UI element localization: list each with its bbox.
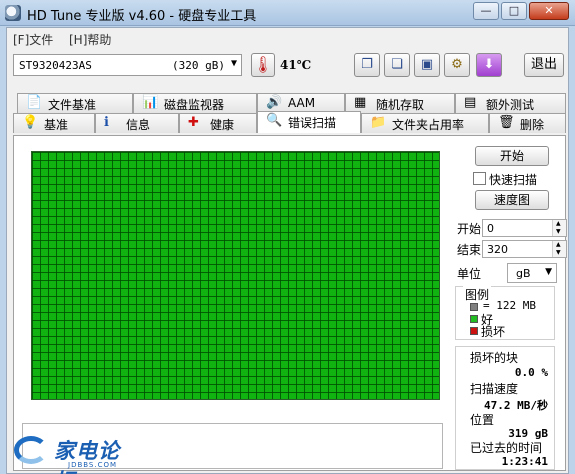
chevron-up-icon: ▲ bbox=[556, 241, 561, 248]
spinner-arrows[interactable]: ▲ ▼ bbox=[552, 220, 566, 236]
legend-damaged: 损坏 bbox=[481, 325, 506, 339]
tab-label: 额外测试 bbox=[486, 98, 535, 112]
menu-help[interactable]: [H]帮助 bbox=[69, 31, 111, 48]
end-position-value: 320 bbox=[487, 243, 508, 256]
start-label: 开始 bbox=[457, 222, 482, 236]
tab-erase[interactable]: 🗑 删除 bbox=[489, 113, 566, 133]
watermark-logo-icon bbox=[14, 436, 48, 464]
end-label: 结束 bbox=[457, 243, 482, 257]
save-button[interactable]: ▣ bbox=[414, 53, 440, 77]
watermark-subtext: JDBBS.COM bbox=[68, 461, 118, 469]
title-bar: HD Tune 专业版 v4.60 - 硬盘专业工具 — □ ✕ bbox=[0, 0, 575, 26]
unit-label: 单位 bbox=[457, 267, 482, 281]
speaker-icon: 🔊 bbox=[266, 95, 283, 110]
hdtune-app-icon bbox=[5, 5, 21, 21]
tab-benchmark[interactable]: 💡 基准 bbox=[13, 113, 95, 133]
chevron-down-icon: ▼ bbox=[545, 267, 552, 277]
tab-label: 错误扫描 bbox=[288, 116, 337, 130]
start-position-spinner[interactable]: 0 ▲ ▼ bbox=[482, 219, 567, 237]
magnifier-icon: 🔍 bbox=[266, 113, 283, 128]
tab-folder-usage[interactable]: 📁 文件夹占用率 bbox=[361, 113, 489, 133]
quick-scan-checkbox[interactable] bbox=[473, 172, 486, 185]
minimize-button[interactable]: — bbox=[473, 2, 499, 20]
tab-extra-tests[interactable]: ▤ 额外测试 bbox=[455, 93, 566, 113]
start-scan-button[interactable]: 开始 bbox=[475, 146, 549, 166]
unit-select[interactable]: gB ▼ bbox=[507, 263, 557, 283]
tab-info[interactable]: ℹ 信息 bbox=[95, 113, 179, 133]
close-button[interactable]: ✕ bbox=[529, 2, 569, 20]
chevron-down-icon: ▼ bbox=[230, 58, 237, 69]
disk-monitor-icon: 📊 bbox=[142, 95, 159, 110]
site-watermark: 家电论坛 JDBBS.COM bbox=[10, 432, 135, 474]
extra-tests-icon: ▤ bbox=[464, 95, 477, 110]
damaged-blocks-value: 0.0 % bbox=[514, 366, 548, 379]
start-position-value: 0 bbox=[487, 222, 494, 235]
drive-select[interactable]: ST9320423AS (320 gB) ▼ bbox=[13, 54, 242, 76]
window-title: HD Tune 专业版 v4.60 - 硬盘专业工具 bbox=[27, 9, 257, 24]
legend-block-swatch bbox=[470, 303, 478, 311]
chevron-down-icon: ▼ bbox=[556, 249, 561, 256]
tab-random-access[interactable]: ▦ 随机存取 bbox=[345, 93, 455, 113]
window-controls: — □ ✕ bbox=[473, 2, 569, 20]
copy-text-button[interactable]: ❐ bbox=[354, 53, 380, 77]
tab-label: 健康 bbox=[210, 118, 235, 132]
tab-label: 文件基准 bbox=[48, 98, 97, 112]
legend-damaged-swatch bbox=[470, 327, 478, 335]
trash-icon: 🗑 bbox=[498, 115, 515, 130]
damaged-blocks-label: 损坏的块 bbox=[470, 351, 519, 365]
chevron-up-icon: ▲ bbox=[556, 220, 561, 227]
tab-file-benchmark[interactable]: 📄 文件基准 bbox=[17, 93, 133, 113]
drive-name: ST9320423AS bbox=[19, 59, 92, 72]
unit-value: gB bbox=[516, 267, 531, 280]
download-button[interactable]: ⬇ bbox=[476, 53, 502, 77]
copy-screenshot-button[interactable]: ❏ bbox=[384, 53, 410, 77]
options-button[interactable]: ⚙ bbox=[444, 53, 470, 77]
tab-label: 随机存取 bbox=[376, 98, 425, 112]
tab-label: 文件夹占用率 bbox=[392, 118, 465, 132]
menu-bar: [F]文件 [H]帮助 bbox=[7, 28, 568, 50]
menu-file[interactable]: [F]文件 bbox=[13, 31, 53, 48]
copy-text-icon: ❐ bbox=[361, 57, 373, 72]
tab-label: 信息 bbox=[126, 118, 151, 132]
legend-good-swatch bbox=[470, 315, 478, 323]
copy-screenshot-icon: ❏ bbox=[391, 57, 403, 72]
scan-block-grid bbox=[31, 151, 440, 400]
folder-icon: 📁 bbox=[370, 115, 387, 130]
save-icon: ▣ bbox=[420, 57, 434, 72]
drive-size: (320 gB) bbox=[172, 59, 225, 72]
tab-label: 基准 bbox=[44, 118, 69, 132]
scan-speed-label: 扫描速度 bbox=[470, 382, 519, 396]
info-icon: ℹ bbox=[104, 115, 109, 130]
lightbulb-icon: 💡 bbox=[22, 115, 39, 130]
quick-scan-label: 快速扫描 bbox=[489, 173, 538, 187]
elapsed-time-label: 已过去的时间 bbox=[470, 441, 543, 455]
thermometer-icon: 🌡 bbox=[251, 53, 275, 77]
temperature-readout: 41℃ bbox=[280, 58, 312, 72]
exit-button[interactable]: 退出 bbox=[524, 53, 564, 77]
tab-label: 磁盘监视器 bbox=[164, 98, 225, 112]
position-label: 位置 bbox=[470, 413, 495, 427]
tab-label: AAM bbox=[288, 96, 316, 110]
tab-label: 删除 bbox=[520, 118, 545, 132]
maximize-button[interactable]: □ bbox=[501, 2, 527, 20]
legend-box: 图例 = 122 MB 好 损坏 bbox=[455, 286, 555, 340]
spinner-arrows[interactable]: ▲ ▼ bbox=[552, 241, 566, 257]
random-access-icon: ▦ bbox=[354, 95, 367, 110]
end-position-spinner[interactable]: 320 ▲ ▼ bbox=[482, 240, 567, 258]
options-icon: ⚙ bbox=[451, 57, 463, 72]
tab-aam[interactable]: 🔊 AAM bbox=[257, 93, 345, 113]
speed-map-button[interactable]: 速度图 bbox=[475, 190, 549, 210]
chevron-down-icon: ▼ bbox=[556, 228, 561, 235]
health-cross-icon: ✚ bbox=[188, 115, 199, 130]
download-icon: ⬇ bbox=[483, 57, 495, 72]
file-benchmark-icon: 📄 bbox=[26, 95, 43, 110]
tab-disk-monitor[interactable]: 📊 磁盘监视器 bbox=[133, 93, 257, 113]
tab-error-scan[interactable]: 🔍 错误扫描 bbox=[257, 111, 361, 133]
tab-health[interactable]: ✚ 健康 bbox=[179, 113, 257, 133]
scan-stats-box: 损坏的块 0.0 % 扫描速度 47.2 MB/秒 位置 319 gB 已过去的… bbox=[455, 346, 555, 470]
toolbar: ST9320423AS (320 gB) ▼ 🌡 41℃ ❐ ❏ ▣ ⚙ ⬇ 退… bbox=[7, 52, 568, 82]
elapsed-time-value: 1:23:41 bbox=[501, 455, 548, 468]
